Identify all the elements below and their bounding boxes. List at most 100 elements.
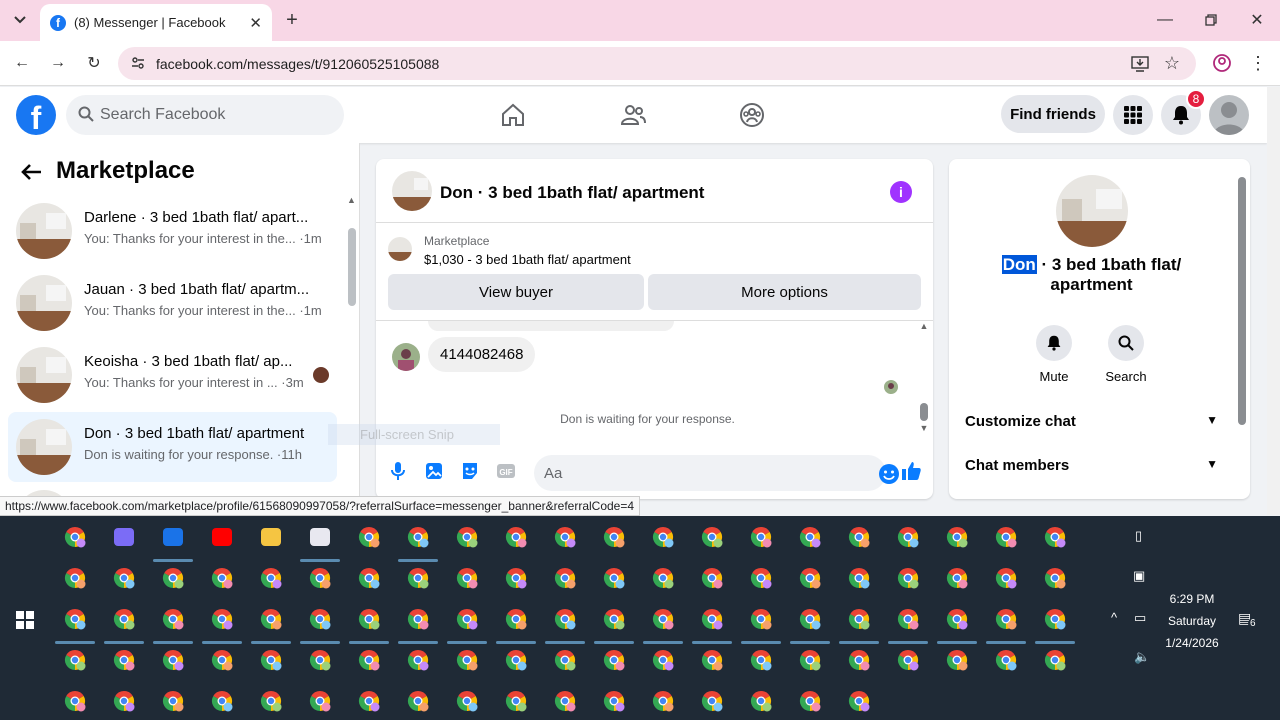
chrome-icon[interactable]: [161, 648, 185, 672]
volume-icon[interactable]: 🔈: [1134, 649, 1150, 665]
chrome-icon[interactable]: [357, 689, 381, 713]
chrome-icon[interactable]: [259, 607, 283, 631]
customize-chat-row[interactable]: Customize chat ▼: [965, 413, 1218, 430]
chrome-icon[interactable]: [602, 566, 626, 590]
chrome-icon[interactable]: [651, 607, 675, 631]
chrome-icon[interactable]: [63, 566, 87, 590]
facebook-search-input[interactable]: Search Facebook: [66, 95, 344, 135]
page-scrollbar[interactable]: [1267, 87, 1280, 515]
scroll-up-icon[interactable]: ▲: [919, 321, 929, 331]
chrome-icon[interactable]: [357, 566, 381, 590]
chrome-icon[interactable]: [504, 525, 528, 549]
chrome-icon[interactable]: [455, 607, 479, 631]
conversation-item[interactable]: Jauan · 3 bed 1bath flat/ apartm... You:…: [8, 268, 337, 338]
chrome-icon[interactable]: [749, 525, 773, 549]
back-arrow-icon[interactable]: [20, 161, 42, 187]
scroll-down-icon[interactable]: ▼: [919, 423, 929, 433]
forward-icon[interactable]: →: [48, 53, 68, 73]
chrome-icon[interactable]: [210, 689, 234, 713]
chrome-icon[interactable]: [161, 689, 185, 713]
chrome-icon[interactable]: [602, 607, 626, 631]
chrome-icon[interactable]: [308, 648, 332, 672]
windows-start-icon[interactable]: [16, 611, 34, 629]
chrome-icon[interactable]: [455, 689, 479, 713]
chrome-icon[interactable]: [553, 607, 577, 631]
chrome-icon[interactable]: [602, 525, 626, 549]
chrome-icon[interactable]: [651, 648, 675, 672]
chrome-icon[interactable]: [63, 607, 87, 631]
chrome-icon[interactable]: [749, 566, 773, 590]
chrome-icon[interactable]: [112, 689, 136, 713]
chat-listing-avatar[interactable]: [392, 171, 432, 211]
chat-members-row[interactable]: Chat members ▼: [965, 457, 1218, 474]
conversation-item-active[interactable]: Don · 3 bed 1bath flat/ apartment Don is…: [8, 412, 337, 482]
chrome-icon[interactable]: [700, 607, 724, 631]
chrome-icon[interactable]: [210, 607, 234, 631]
bookmark-star-icon[interactable]: ☆: [1162, 53, 1182, 73]
site-info-icon[interactable]: [130, 55, 146, 74]
groups-icon[interactable]: [739, 102, 765, 128]
chrome-icon[interactable]: [308, 689, 332, 713]
chrome-icon[interactable]: [63, 689, 87, 713]
chrome-icon[interactable]: [357, 607, 381, 631]
tab-search-icon[interactable]: [10, 10, 30, 30]
mute-button[interactable]: Mute: [1024, 325, 1084, 384]
chrome-icon[interactable]: [602, 648, 626, 672]
sidebar-scroll-up-icon[interactable]: ▲: [347, 195, 356, 205]
chrome-icon[interactable]: [945, 607, 969, 631]
chrome-icon[interactable]: [1043, 566, 1067, 590]
profile-icon[interactable]: [1212, 53, 1232, 73]
chrome-icon[interactable]: [798, 648, 822, 672]
chrome-icon[interactable]: [994, 648, 1018, 672]
network-icon[interactable]: ▭: [1134, 610, 1146, 626]
conversation-item[interactable]: Keoisha · 3 bed 1bath flat/ ap... You: T…: [8, 340, 337, 410]
new-tab-icon[interactable]: +: [282, 9, 302, 31]
app-icon[interactable]: [161, 525, 185, 549]
chrome-icon[interactable]: [210, 566, 234, 590]
message-input[interactable]: Aa: [534, 455, 899, 491]
chrome-icon[interactable]: [63, 648, 87, 672]
chrome-icon[interactable]: [1043, 525, 1067, 549]
sidebar-scrollbar[interactable]: [348, 228, 356, 306]
chrome-icon[interactable]: [994, 566, 1018, 590]
file-explorer-icon[interactable]: [259, 525, 283, 549]
back-icon[interactable]: ←: [12, 53, 32, 73]
chrome-icon[interactable]: [1043, 607, 1067, 631]
thumbs-up-icon[interactable]: [900, 460, 922, 482]
emoji-icon[interactable]: [878, 463, 900, 485]
tab-close-icon[interactable]: ✕: [249, 14, 262, 32]
phone-link-icon[interactable]: ▯: [1135, 528, 1142, 544]
sticker-icon[interactable]: [460, 461, 480, 481]
minimize-icon[interactable]: —: [1155, 10, 1175, 30]
chrome-icon[interactable]: [504, 648, 528, 672]
chrome-icon[interactable]: [847, 607, 871, 631]
account-avatar[interactable]: [1209, 95, 1249, 135]
chrome-icon[interactable]: [553, 689, 577, 713]
install-app-icon[interactable]: [1130, 54, 1150, 74]
browser-tab[interactable]: f (8) Messenger | Facebook ✕: [40, 4, 272, 41]
home-icon[interactable]: [500, 102, 526, 128]
chrome-icon[interactable]: [455, 566, 479, 590]
chrome-icon[interactable]: [553, 525, 577, 549]
photo-icon[interactable]: [424, 461, 444, 481]
more-options-button[interactable]: More options: [648, 274, 921, 310]
chrome-icon[interactable]: [455, 648, 479, 672]
chrome-icon[interactable]: [700, 689, 724, 713]
chrome-icon[interactable]: [504, 566, 528, 590]
chrome-icon[interactable]: [161, 566, 185, 590]
chrome-icon[interactable]: [357, 648, 381, 672]
chat-title[interactable]: Don · 3 bed 1bath flat/ apartment: [440, 183, 704, 203]
listing-price-title[interactable]: $1,030 - 3 bed 1bath flat/ apartment: [424, 252, 631, 267]
browser-menu-icon[interactable]: ⋮: [1248, 53, 1268, 73]
chrome-icon[interactable]: [994, 525, 1018, 549]
chrome-icon[interactable]: [112, 648, 136, 672]
chrome-icon[interactable]: [308, 566, 332, 590]
chrome-icon[interactable]: [406, 648, 430, 672]
chrome-icon[interactable]: [553, 648, 577, 672]
chrome-icon[interactable]: [63, 525, 87, 549]
chrome-icon[interactable]: [896, 566, 920, 590]
chrome-icon[interactable]: [700, 525, 724, 549]
chrome-icon[interactable]: [798, 525, 822, 549]
chrome-icon[interactable]: [945, 525, 969, 549]
reload-icon[interactable]: ↻: [84, 53, 104, 73]
